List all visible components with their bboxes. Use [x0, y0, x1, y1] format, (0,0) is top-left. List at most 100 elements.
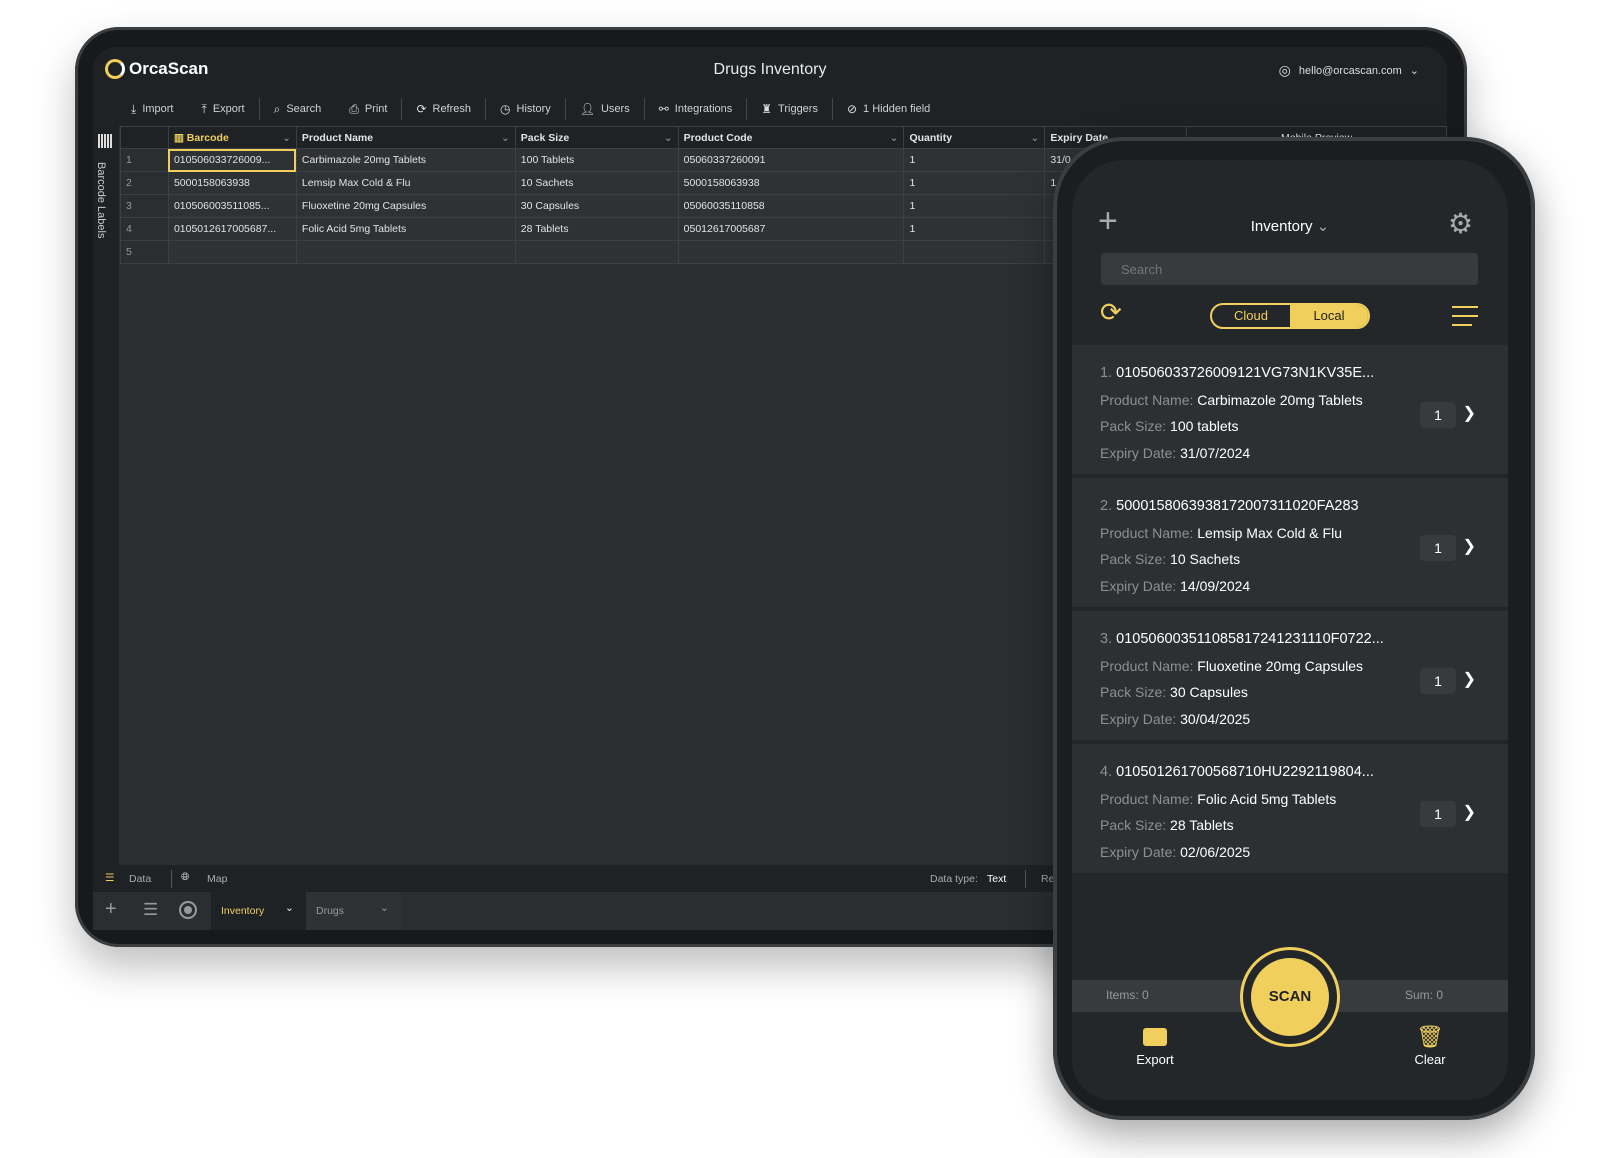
cell-barcode[interactable]: 0105012617005687... — [167, 217, 297, 241]
corner-cell[interactable] — [120, 126, 169, 149]
row-number[interactable]: 3 — [120, 194, 169, 218]
gear-icon[interactable]: ⚙ — [1448, 210, 1473, 238]
cell-code[interactable] — [677, 240, 905, 264]
chevron-right-icon[interactable]: ❯ — [1463, 536, 1476, 556]
barcode-labels-tab[interactable]: Barcode Labels — [95, 162, 107, 238]
data-type-label: Data type: — [930, 873, 978, 885]
list-item[interactable]: 3. 010506003511085817241231110F0722... P… — [1072, 611, 1508, 742]
items-count: Items: 0 — [1106, 988, 1149, 1002]
globe-icon: 🌐︎ — [181, 871, 190, 883]
cell-pack[interactable]: 30 Capsules — [514, 194, 679, 218]
cell-name[interactable]: Lemsip Max Cold & Flu — [295, 171, 516, 195]
cell-qty[interactable] — [903, 240, 1046, 264]
row-number[interactable]: 2 — [120, 171, 169, 195]
history-button[interactable]: ◷ History — [486, 99, 565, 119]
chevron-down-icon: ⌄ — [380, 902, 389, 914]
quantity-field[interactable]: 1 — [1420, 801, 1456, 827]
cell-pack[interactable]: 10 Sachets — [514, 171, 679, 195]
column-header[interactable]: Pack Size ⌄ — [514, 126, 679, 149]
row-number[interactable]: 4 — [120, 217, 169, 241]
printer-icon: ⎙ — [349, 101, 359, 116]
sheet-selector[interactable]: Inventory ⌄ — [1072, 217, 1508, 235]
data-type-value: Text — [987, 873, 1007, 885]
column-header[interactable]: Quantity ⌄ — [903, 126, 1046, 149]
cell-qty[interactable]: 1 — [903, 148, 1046, 172]
export-button[interactable]: Export — [1127, 1028, 1183, 1067]
1-hidden-field-button[interactable]: ⊘ 1 Hidden field — [833, 99, 944, 119]
row-number[interactable]: 5 — [120, 240, 169, 264]
list-item[interactable]: 2. 5000158063938172007311020FA283 Produc… — [1072, 478, 1508, 609]
search-icon: ⌕ — [273, 101, 281, 116]
chevron-right-icon[interactable]: ❯ — [1463, 669, 1476, 689]
map-tab[interactable]: Map — [207, 873, 227, 885]
search-button[interactable]: ⌕ Search — [260, 99, 336, 119]
barcode-icon: ▥ — [173, 131, 187, 144]
refresh-icon: ⟳ — [416, 102, 427, 116]
users-button[interactable]: 👤︎ Users — [566, 99, 644, 119]
toggle-cloud[interactable]: Cloud — [1212, 305, 1290, 327]
user-icon: ◎ — [1278, 62, 1291, 78]
cell-qty[interactable]: 1 — [903, 217, 1046, 241]
chevron-right-icon[interactable]: ❯ — [1463, 802, 1476, 822]
sort-icon[interactable] — [1452, 306, 1478, 326]
data-tab[interactable]: Data — [129, 873, 151, 885]
column-header[interactable]: Product Code ⌄ — [677, 126, 905, 149]
chevron-down-icon: ⌄ — [1316, 218, 1330, 235]
user-menu[interactable]: ◎ hello@orcascan.com ⌄ — [1279, 62, 1419, 79]
cell-barcode[interactable]: 010506003511085... — [167, 194, 297, 218]
cell-barcode[interactable]: 5000158063938 — [167, 171, 297, 195]
target-icon[interactable] — [179, 901, 197, 919]
sheet-tab-active[interactable]: Inventory ⌄ — [211, 892, 306, 930]
toolbar: ⤓ Import ⤒ Export ⌕ Search ⎙ Print ⟳ Refresh ◷ Hist… — [93, 92, 1447, 126]
envelope-icon — [1143, 1028, 1167, 1046]
toggle-local[interactable]: Local — [1290, 305, 1368, 327]
cell-name[interactable] — [295, 240, 516, 264]
cell-name[interactable]: Fluoxetine 20mg Capsules — [295, 194, 516, 218]
chevron-down-icon: ⌄ — [889, 131, 899, 144]
cell-name[interactable]: Folic Acid 5mg Tablets — [295, 217, 516, 241]
cell-qty[interactable]: 1 — [903, 194, 1046, 218]
item-barcode: 010501261700568710HU2292119804... — [1116, 764, 1374, 780]
import-button[interactable]: ⤓ Import — [117, 99, 188, 119]
barcode-icon[interactable] — [98, 134, 113, 148]
clear-button[interactable]: 🗑︎ Clear — [1404, 1026, 1456, 1068]
chevron-down-icon: ⌄ — [500, 131, 510, 144]
column-header[interactable]: Product Name ⌄ — [295, 126, 516, 149]
list-item[interactable]: 1. 010506033726009121VG73N1KV35E... Prod… — [1072, 345, 1508, 476]
cell-code[interactable]: 05060337260091 — [677, 148, 905, 172]
chevron-down-icon: ⌄ — [663, 131, 673, 144]
chevron-right-icon[interactable]: ❯ — [1463, 403, 1476, 423]
cell-qty[interactable]: 1 — [903, 171, 1046, 195]
add-sheet-icon[interactable]: + — [105, 898, 117, 921]
triggers-button[interactable]: ♜ Triggers — [747, 99, 832, 119]
sheet-tab[interactable]: Drugs ⌄ — [306, 892, 401, 930]
search-input[interactable] — [1101, 253, 1478, 285]
sync-icon[interactable]: ⟳ — [1100, 299, 1122, 325]
chevron-down-icon: ⌄ — [1030, 131, 1040, 144]
quantity-field[interactable]: 1 — [1420, 668, 1456, 694]
cell-barcode[interactable]: 010506033726009... — [167, 148, 297, 172]
quantity-field[interactable]: 1 — [1420, 402, 1456, 428]
chevron-down-icon: ⌄ — [285, 902, 294, 914]
refresh-button[interactable]: ⟳ Refresh — [402, 99, 485, 119]
export-button[interactable]: ⤒ Export — [188, 99, 259, 119]
quantity-field[interactable]: 1 — [1420, 535, 1456, 561]
cell-pack[interactable] — [514, 240, 679, 264]
cell-pack[interactable]: 100 Tablets — [514, 148, 679, 172]
chevron-down-icon: ⌄ — [282, 131, 291, 144]
cell-code[interactable]: 5000158063938 — [677, 171, 905, 195]
print-button[interactable]: ⎙ Print — [335, 99, 401, 119]
cell-barcode[interactable] — [167, 240, 297, 264]
cell-code[interactable]: 05060035110858 — [677, 194, 905, 218]
cell-pack[interactable]: 28 Tablets — [514, 217, 679, 241]
cell-code[interactable]: 05012617005687 — [677, 217, 905, 241]
scan-button[interactable]: SCAN — [1240, 947, 1340, 1047]
mobile-preview: + Inventory ⌄ ⚙ ⟳ Cloud Local 1. 0105060… — [1072, 160, 1508, 1100]
row-number[interactable]: 1 — [120, 148, 169, 172]
menu-icon[interactable]: ☰ — [143, 900, 158, 920]
cell-name[interactable]: Carbimazole 20mg Tablets — [295, 148, 516, 172]
list-item[interactable]: 4. 010501261700568710HU2292119804... Pro… — [1072, 744, 1508, 875]
integrations-button[interactable]: ⚯ Integrations — [645, 99, 747, 119]
column-header[interactable]: ▥ Barcode ⌄ — [167, 126, 297, 149]
users-icon: 👤︎ — [579, 102, 595, 116]
